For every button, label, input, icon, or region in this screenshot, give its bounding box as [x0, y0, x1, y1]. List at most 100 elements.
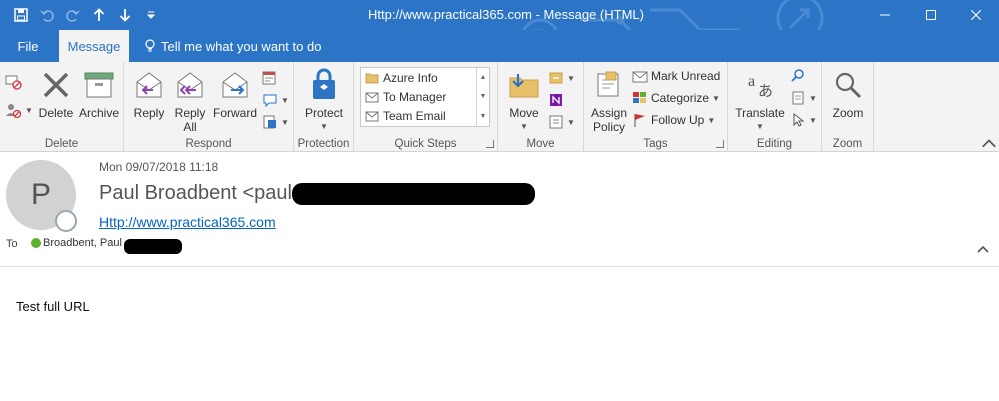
- undo-icon: [40, 10, 54, 22]
- more-respond-button[interactable]: ▼: [262, 112, 289, 132]
- reply-label: Reply: [133, 106, 165, 120]
- mark-unread-label: Mark Unread: [651, 69, 721, 83]
- archive-icon: [84, 72, 114, 98]
- minimize-icon: [880, 14, 890, 16]
- forward-label: Forward: [212, 106, 257, 120]
- reply-button[interactable]: Reply: [130, 66, 168, 120]
- tab-message[interactable]: Message: [59, 30, 129, 62]
- chevron-down-icon: ▼: [567, 117, 575, 127]
- more-respond-icon: [263, 115, 276, 129]
- protect-label: Protect: [304, 106, 343, 120]
- ribbon-group-editing: aあ Translate ▼ ▼ ▼ Editing: [728, 62, 822, 152]
- editing-group-label: Editing: [756, 138, 793, 150]
- redaction-mark: [124, 239, 182, 254]
- chevron-down-icon: ▼: [567, 73, 575, 83]
- ribbon-tab-row: File Message Tell me what you want to do: [0, 30, 999, 62]
- undo-button[interactable]: [34, 4, 60, 26]
- message-sender[interactable]: Paul Broadbent <paul: [99, 182, 292, 205]
- delete-button[interactable]: Delete: [38, 66, 74, 120]
- minimize-button[interactable]: [862, 0, 908, 30]
- select-button[interactable]: ▼: [790, 110, 817, 130]
- envelope-icon: [632, 71, 648, 83]
- customize-icon: [146, 11, 156, 19]
- scroll-up-icon[interactable]: ▲: [480, 74, 487, 81]
- chat-icon: [263, 94, 277, 108]
- quick-steps-scroll[interactable]: ▲ ▼ ▼: [476, 68, 489, 126]
- flag-icon: [634, 114, 645, 127]
- archive-button[interactable]: Archive: [77, 66, 121, 120]
- related-button[interactable]: ▼: [790, 88, 817, 108]
- categorize-button[interactable]: Categorize ▼: [632, 88, 720, 108]
- envelope-icon: [365, 111, 379, 121]
- collapse-ribbon-icon[interactable]: [979, 138, 999, 148]
- scroll-down-icon[interactable]: ▼: [480, 93, 487, 100]
- reply-icon: [136, 72, 162, 98]
- zoom-group-label: Zoom: [832, 138, 863, 150]
- title-bar: Http://www.practical365.com - Message (H…: [0, 0, 999, 30]
- close-button[interactable]: [953, 0, 999, 30]
- maximize-button[interactable]: [908, 0, 954, 30]
- ignore-button[interactable]: [4, 72, 22, 92]
- cursor-icon: [793, 112, 805, 127]
- meeting-button[interactable]: [262, 68, 278, 88]
- redo-button[interactable]: [60, 4, 86, 26]
- save-button[interactable]: [8, 4, 34, 26]
- tags-group-label: Tags: [643, 138, 668, 150]
- chevron-down-icon: ▼: [712, 93, 720, 103]
- customize-toolbar-button[interactable]: [138, 4, 164, 26]
- translate-label: Translate: [735, 106, 785, 120]
- ribbon-group-delete: ▼ Delete Archive Delete: [0, 62, 124, 152]
- recipient-presence-icon: [31, 238, 41, 248]
- tell-me-search[interactable]: Tell me what you want to do: [144, 30, 321, 62]
- reply-all-button[interactable]: Reply All: [172, 66, 208, 134]
- quick-access-toolbar: [8, 4, 164, 26]
- arrow-down-icon: [119, 9, 131, 22]
- redaction-mark: [292, 183, 535, 205]
- policy-icon: [597, 71, 619, 97]
- rules-button[interactable]: ▼: [548, 68, 575, 88]
- header-divider: [0, 266, 999, 267]
- message-subject-link[interactable]: Http://www.practical365.com: [99, 214, 276, 230]
- reply-all-label-line1: Reply: [174, 106, 206, 120]
- search-icon: [791, 69, 804, 82]
- redo-icon: [66, 10, 80, 22]
- protect-button[interactable]: Protect ▼: [302, 66, 346, 134]
- delete-label: Delete: [38, 106, 74, 120]
- chevron-down-icon: ▼: [320, 122, 328, 131]
- find-button[interactable]: [790, 66, 806, 86]
- move-folder-icon: [509, 74, 539, 98]
- svg-text:a: a: [748, 73, 755, 90]
- rules-icon: [549, 72, 563, 84]
- tags-launcher-icon[interactable]: [716, 140, 724, 148]
- quick-steps-launcher-icon[interactable]: [486, 140, 494, 148]
- gallery-more-icon[interactable]: ▼: [480, 113, 487, 120]
- quick-step-azure-info[interactable]: Azure Info: [361, 68, 489, 87]
- follow-up-button[interactable]: Follow Up ▼: [632, 110, 715, 130]
- document-icon: [792, 91, 804, 105]
- save-icon: [14, 8, 28, 22]
- previous-item-button[interactable]: [86, 4, 112, 26]
- recipient-name[interactable]: Broadbent, Paul: [43, 237, 122, 249]
- collapse-header-icon[interactable]: [976, 243, 990, 255]
- mark-unread-button[interactable]: Mark Unread: [632, 66, 720, 86]
- quick-step-to-manager[interactable]: To Manager: [361, 87, 489, 106]
- zoom-button[interactable]: Zoom: [828, 66, 868, 120]
- ribbon-group-zoom: Zoom Zoom: [822, 62, 874, 152]
- tab-file[interactable]: File: [8, 30, 48, 62]
- move-button[interactable]: Move ▼: [506, 66, 542, 134]
- message-date: Mon 09/07/2018 11:18: [99, 160, 219, 174]
- quick-step-team-email[interactable]: Team Email: [361, 106, 489, 125]
- actions-button[interactable]: ▼: [548, 112, 575, 132]
- onenote-button[interactable]: [548, 90, 564, 110]
- quick-step-label: Azure Info: [383, 70, 438, 85]
- im-button[interactable]: ▼: [262, 90, 289, 110]
- chevron-down-icon: ▼: [809, 93, 817, 103]
- translate-button[interactable]: aあ Translate ▼: [732, 66, 788, 134]
- assign-policy-button[interactable]: Assign Policy: [588, 66, 630, 134]
- next-item-button[interactable]: [112, 4, 138, 26]
- folder-arrow-icon: [365, 73, 379, 83]
- cleanup-button[interactable]: ▼: [4, 100, 33, 120]
- forward-button[interactable]: Forward: [211, 66, 259, 120]
- move-label: Move: [509, 106, 539, 120]
- ribbon-group-move: Move ▼ ▼ ▼ Move: [498, 62, 584, 152]
